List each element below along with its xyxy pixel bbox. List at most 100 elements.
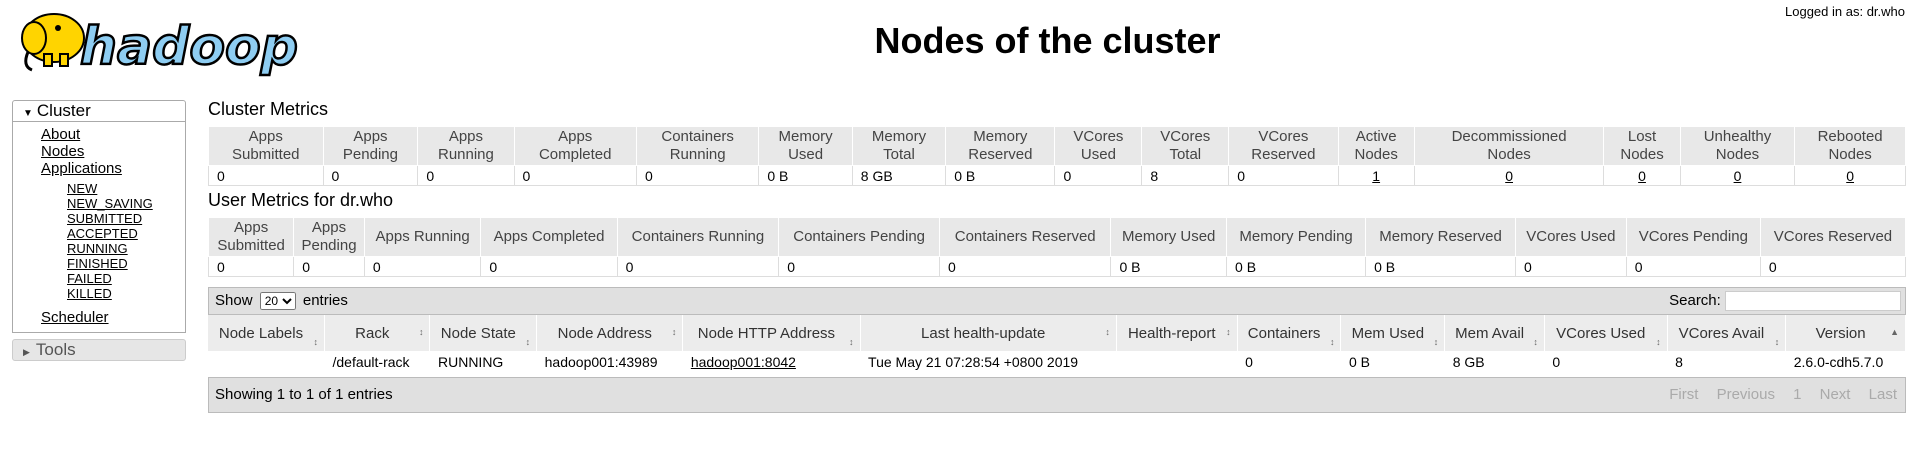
sort-icon: ↕: [1329, 337, 1335, 347]
nav-app-new[interactable]: NEW: [67, 181, 185, 196]
search-input[interactable]: [1725, 291, 1901, 311]
node-count-link[interactable]: 1: [1372, 168, 1380, 184]
cm-value: 8: [1141, 165, 1230, 186]
cm-value: 0: [1679, 165, 1796, 186]
nav-app-new-saving[interactable]: NEW_SAVING: [67, 196, 185, 211]
cluster-metrics-title: Cluster Metrics: [208, 99, 329, 119]
nodes-column-header[interactable]: Node HTTP Address ↕: [682, 315, 861, 351]
cm-header: Apps Pending: [322, 126, 419, 166]
table-cell: RUNNING: [437, 354, 504, 370]
cm-header: Rebooted Nodes: [1794, 126, 1906, 166]
nodes-column-header[interactable]: Last health-update ↕: [860, 315, 1117, 351]
sort-icon: ↕: [1105, 327, 1110, 337]
cm-header: VCores Used: [1054, 126, 1143, 166]
cm-header: Memory Total: [851, 126, 947, 166]
nav-nodes[interactable]: Nodes: [41, 143, 185, 160]
page-size-select[interactable]: 20: [259, 292, 296, 310]
cm-header: Containers Running: [635, 126, 760, 166]
table-cell: Tue May 21 07:28:54 +0800 2019: [868, 354, 1079, 370]
cm-value: 0: [1228, 165, 1339, 186]
um-value: 0 B: [1365, 256, 1516, 277]
um-value: 0: [293, 256, 365, 277]
nodes-column-header[interactable]: VCores Avail ↕: [1667, 315, 1787, 351]
nav-app-failed[interactable]: FAILED: [67, 271, 185, 286]
pager-last[interactable]: Last: [1869, 386, 1897, 403]
um-value: 0: [1515, 256, 1627, 277]
um-header: Apps Submitted: [207, 217, 295, 257]
sort-icon: ↕: [1226, 327, 1231, 337]
nodes-column-header[interactable]: Rack ↕: [324, 315, 431, 351]
nodes-column-header[interactable]: VCores Used ↕: [1544, 315, 1668, 351]
um-value: 0: [938, 256, 1112, 277]
sort-icon: ↕: [525, 337, 531, 347]
node-count-link[interactable]: 0: [1505, 168, 1513, 184]
node-count-link[interactable]: 0: [1846, 168, 1854, 184]
sort-icon: ↕: [1533, 337, 1538, 347]
nodes-column-header[interactable]: Version ▲: [1785, 315, 1906, 351]
nav-applications[interactable]: Applications: [41, 160, 185, 177]
um-header: Apps Completed: [480, 217, 618, 257]
nodes-column-header[interactable]: Node Labels ↕: [208, 315, 325, 351]
cluster-accordion-header[interactable]: ▼ Cluster: [12, 100, 186, 122]
table-cell: 0: [1552, 354, 1561, 370]
cm-value: 0 B: [758, 165, 853, 186]
node-http-address-link[interactable]: hadoop001:8042: [691, 354, 796, 370]
table-controls: Show 20 entries Search:: [208, 287, 1906, 315]
table-cell: [208, 351, 324, 373]
nodes-column-header[interactable]: Containers ↕: [1237, 315, 1342, 351]
node-count-link[interactable]: 0: [1638, 168, 1646, 184]
um-header: Memory Pending: [1226, 217, 1367, 257]
tools-accordion-header[interactable]: ▶ Tools: [12, 339, 186, 361]
um-value: 0: [207, 256, 295, 277]
cm-value: 0: [1413, 165, 1605, 186]
cm-value: 0: [635, 165, 760, 186]
sort-icon: ↕: [671, 327, 677, 337]
um-value: 0: [1759, 256, 1907, 277]
cm-value: 0: [208, 165, 324, 186]
cm-value: 0: [322, 165, 419, 186]
um-header: Memory Reserved: [1365, 217, 1516, 257]
cm-header: Apps Running: [417, 126, 515, 166]
sort-icon: ↕: [418, 327, 424, 337]
nav-scheduler[interactable]: Scheduler: [41, 309, 185, 326]
cm-value: 0: [1794, 165, 1906, 186]
um-header: Containers Running: [616, 217, 780, 257]
um-header: Apps Running: [363, 217, 482, 257]
nav-app-finished[interactable]: FINISHED: [67, 256, 185, 271]
table-cell: hadoop001:43989: [544, 354, 658, 370]
table-cell: 0: [1245, 354, 1253, 370]
pagination: First Previous 1 Next Last: [1655, 378, 1897, 412]
nav-about[interactable]: About: [41, 126, 185, 143]
nodes-column-header[interactable]: Node State ↕: [429, 315, 538, 351]
nav-app-killed[interactable]: KILLED: [67, 286, 185, 301]
pager-page-1[interactable]: 1: [1793, 386, 1801, 403]
nodes-column-header[interactable]: Health-report ↕: [1116, 315, 1238, 351]
um-value: 0 B: [1110, 256, 1228, 277]
um-value: 0: [1625, 256, 1761, 277]
nav-app-running[interactable]: RUNNING: [67, 241, 185, 256]
table-cell: 8 GB: [1452, 354, 1485, 370]
pager-next[interactable]: Next: [1820, 386, 1851, 403]
nodes-column-header[interactable]: Mem Used ↕: [1340, 315, 1446, 351]
pager-previous[interactable]: Previous: [1717, 386, 1775, 403]
cm-header: Apps Completed: [513, 126, 637, 166]
sidebar: ▼ Cluster About Nodes Applications NEW NE…: [12, 100, 186, 361]
nodes-column-header[interactable]: Mem Avail ↕: [1444, 315, 1545, 351]
collapsed-triangle-icon: ▶: [23, 347, 30, 357]
table-cell: [1116, 351, 1237, 373]
nav-app-accepted[interactable]: ACCEPTED: [67, 226, 185, 241]
sort-icon: ↕: [1433, 337, 1439, 347]
nodes-column-header[interactable]: Node Address ↕: [536, 315, 684, 351]
user-metrics-table: Apps Submitted Apps Pending Apps Running Apps…: [207, 217, 1907, 277]
cm-header: Memory Used: [758, 126, 853, 166]
cm-header: Apps Submitted: [208, 126, 324, 166]
nav-app-submitted[interactable]: SUBMITTED: [67, 211, 185, 226]
table-cell: 2.6.0-cdh5.7.0: [1793, 354, 1884, 370]
node-count-link[interactable]: 0: [1734, 168, 1742, 184]
cm-header: VCores Total: [1141, 126, 1230, 166]
pager-first[interactable]: First: [1669, 386, 1698, 403]
um-value: 0: [778, 256, 940, 277]
sort-icon: ↕: [1656, 337, 1661, 347]
sort-icon: ↕: [849, 337, 854, 347]
cm-header: Active Nodes: [1337, 126, 1415, 166]
